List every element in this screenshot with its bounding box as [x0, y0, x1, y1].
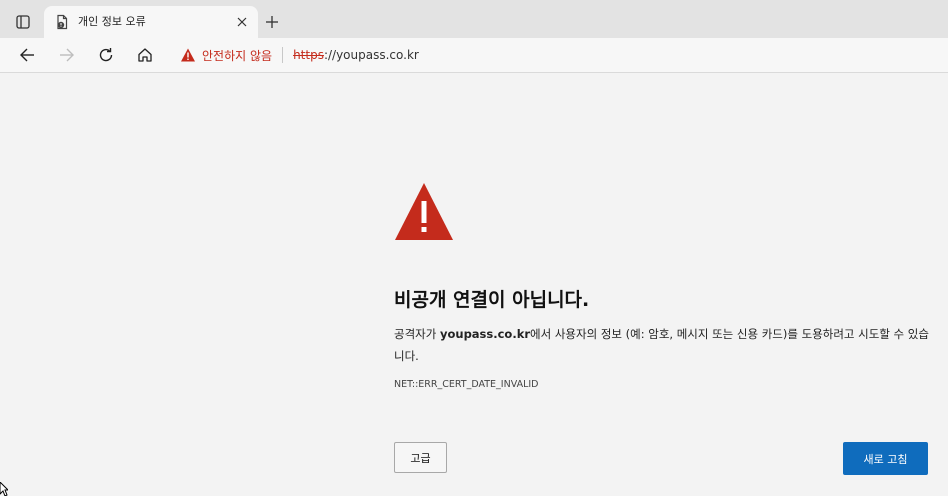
browser-window: 개인 정보 오류 안전하지 않음 https://youpass.co.kr 비…: [0, 0, 948, 496]
tab-actions-icon: [16, 15, 30, 29]
home-button[interactable]: [134, 44, 156, 66]
page-title: 비공개 연결이 아닙니다.: [394, 289, 590, 311]
refresh-icon: [99, 48, 113, 62]
url-text[interactable]: https://youpass.co.kr: [293, 48, 419, 62]
tab-close-button[interactable]: [234, 14, 250, 30]
document-warning-icon: [57, 14, 68, 30]
refresh-button[interactable]: [95, 44, 117, 66]
new-tab-button[interactable]: [262, 12, 282, 32]
description-prefix: 공격자가: [394, 327, 440, 341]
close-icon: [237, 17, 247, 27]
error-page: 비공개 연결이 아닙니다. 공격자가 youpass.co.kr에서 사용자의 …: [0, 73, 948, 496]
error-code: NET::ERR_CERT_DATE_INVALID: [394, 379, 539, 390]
security-status[interactable]: 안전하지 않음: [202, 47, 272, 64]
description-domain: youpass.co.kr: [439, 327, 531, 341]
tab-active[interactable]: 개인 정보 오류: [44, 6, 258, 38]
tab-title: 개인 정보 오류: [78, 15, 146, 28]
address-bar[interactable]: 안전하지 않음 https://youpass.co.kr: [170, 41, 930, 69]
home-icon: [138, 48, 152, 62]
tab-strip: 개인 정보 오류: [0, 0, 948, 38]
mouse-cursor-icon: [0, 482, 8, 496]
plus-icon: [266, 16, 278, 28]
toolbar: 안전하지 않음 https://youpass.co.kr: [0, 38, 948, 73]
warning-triangle-icon: [181, 48, 195, 62]
url-scheme: https: [293, 48, 324, 62]
url-host: ://youpass.co.kr: [323, 48, 419, 62]
back-button[interactable]: [16, 44, 38, 66]
back-arrow-icon: [20, 48, 34, 62]
forward-button[interactable]: [56, 44, 78, 66]
error-description: 공격자가 youpass.co.kr에서 사용자의 정보 (예: 암호, 메시지…: [394, 323, 929, 367]
address-separator: [282, 47, 284, 63]
advanced-button[interactable]: 고급: [394, 442, 447, 473]
forward-arrow-icon: [60, 48, 74, 62]
warning-triangle-icon: [395, 183, 453, 240]
tab-actions-button[interactable]: [8, 8, 38, 36]
reload-button[interactable]: 새로 고침: [843, 442, 928, 475]
